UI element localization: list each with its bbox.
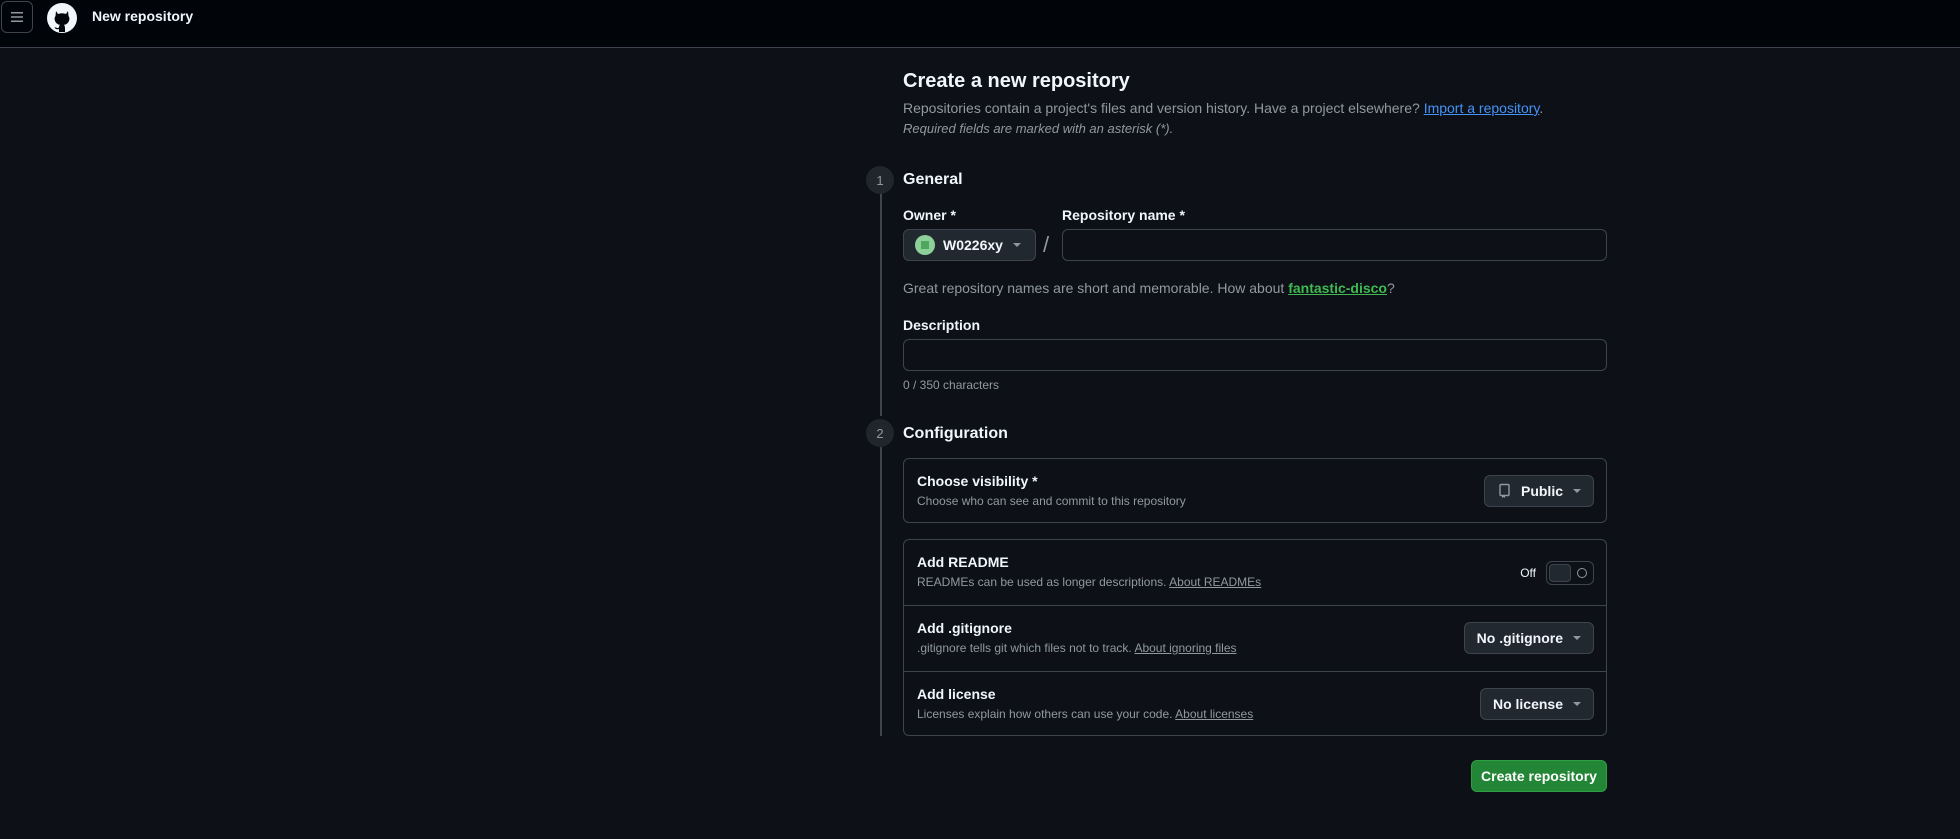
visibility-box: Choose visibility * Choose who can see a… [903,458,1607,523]
chevron-down-icon [1573,489,1581,493]
chevron-down-icon [1573,636,1581,640]
import-repository-link[interactable]: Import a repository [1424,100,1540,116]
section-title-configuration: Configuration [903,425,1008,442]
readme-toggle[interactable] [1546,561,1594,585]
visibility-value: Public [1520,483,1563,499]
hint-end: ? [1387,280,1395,296]
owner-value: W0226xy [943,237,1003,253]
license-desc-text: Licenses explain how others can use your… [917,707,1176,721]
readme-title: Add README [917,554,1009,570]
readme-desc-text: READMEs can be used as longer descriptio… [917,575,1170,589]
gitignore-select[interactable]: No .gitignore [1463,622,1594,654]
owner-select[interactable]: W0226xy [903,229,1036,261]
description-label: Description [903,317,981,333]
step-number-1: 1 [866,166,894,194]
license-value: No license [1492,696,1563,712]
chevron-down-icon [1012,243,1021,247]
visibility-select[interactable]: Public [1483,475,1594,507]
create-repository-button[interactable]: Create repository [1471,760,1607,792]
visibility-row: Choose visibility * Choose who can see a… [904,459,1606,524]
repo-icon [1499,483,1510,498]
readme-desc: READMEs can be used as longer descriptio… [917,575,1261,589]
gitignore-desc-text: .gitignore tells git which files not to … [917,641,1135,655]
page-name: New repository [92,8,194,24]
intro-text: Repositories contain a project's files a… [903,98,1607,118]
readme-row: Add README READMEs can be used as longer… [904,540,1606,605]
menu-button[interactable] [1,1,33,33]
name-suggestion-link[interactable]: fantastic-disco [1288,280,1387,296]
header-section: Create a new repository Repositories con… [903,70,1607,140]
owner-label: Owner * [903,207,956,223]
gitignore-row: Add .gitignore .gitignore tells git whic… [904,605,1606,671]
license-title: Add license [917,686,996,702]
required-note: Required fields are marked with an aster… [903,121,1174,136]
gitignore-title: Add .gitignore [917,620,1012,636]
top-bar: New repository [0,0,1960,48]
visibility-title: Choose visibility * [917,473,1038,489]
license-select[interactable]: No license [1479,688,1594,720]
toggle-off-icon [1577,568,1587,578]
gitignore-desc: .gitignore tells git which files not to … [917,641,1237,655]
description-char-counter: 0 / 350 characters [903,378,1000,392]
owner-repo-separator: / [1043,232,1050,257]
intro-text-body: Repositories contain a project's files a… [903,100,1424,116]
avatar [915,235,935,255]
github-logo-icon[interactable] [46,2,78,34]
section-title-general: General [903,171,963,188]
license-row: Add license Licenses explain how others … [904,671,1606,736]
hamburger-icon [11,12,23,22]
readme-toggle-label: Off [1520,566,1536,580]
options-box: Add README READMEs can be used as longer… [903,539,1607,736]
toggle-knob [1549,564,1571,582]
intro-text-end: . [1539,100,1544,116]
description-input[interactable] [903,339,1607,371]
hint-text: Great repository names are short and mem… [903,280,1289,296]
about-licenses-link[interactable]: About licenses [1175,707,1253,721]
visibility-desc: Choose who can see and commit to this re… [917,494,1186,508]
about-ignoring-files-link[interactable]: About ignoring files [1134,641,1236,655]
step-rail-2 [880,447,882,736]
name-suggestion-hint: Great repository names are short and mem… [903,280,1395,296]
page-title: Create a new repository [903,70,1130,92]
about-readmes-link[interactable]: About READMEs [1169,575,1261,589]
repository-name-input[interactable] [1062,229,1607,261]
step-rail-1 [880,180,882,416]
step-number-2: 2 [866,419,894,447]
license-desc: Licenses explain how others can use your… [917,707,1253,721]
chevron-down-icon [1573,702,1581,706]
repository-name-label: Repository name * [1062,207,1185,223]
gitignore-value: No .gitignore [1476,630,1563,646]
